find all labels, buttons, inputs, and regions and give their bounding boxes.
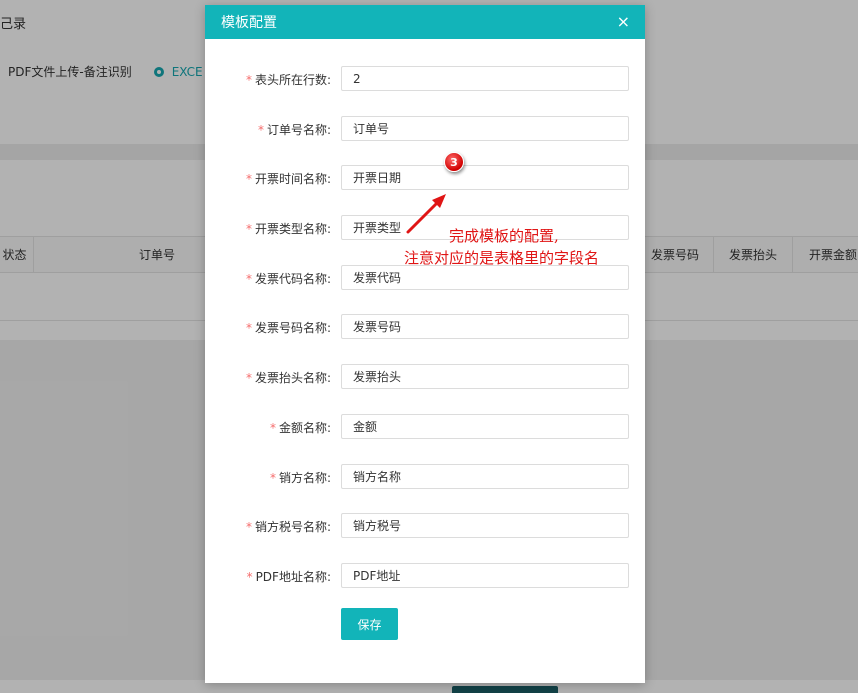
- pdf-url-field-input[interactable]: [341, 562, 629, 588]
- template-config-form: *表头所在行数: *订单号名称: *开票时间名称: *开票类型名称: *发票代码…: [205, 66, 645, 613]
- field-label: * 发票号码名称:: [245, 321, 331, 336]
- form-row-invoice-title: * 发票抬头名称:: [205, 364, 645, 414]
- required-mark: *: [245, 271, 252, 286]
- amount-field-input[interactable]: [341, 413, 629, 439]
- required-mark: *: [269, 420, 276, 435]
- form-row-amount: * 金额名称:: [205, 413, 645, 464]
- header-row-count-input[interactable]: [341, 66, 629, 91]
- form-row-seller-name: * 销方名称:: [205, 463, 645, 514]
- required-mark: *: [246, 569, 253, 584]
- seller-tax-id-field-input[interactable]: [341, 513, 629, 539]
- required-mark: *: [257, 122, 264, 137]
- form-row-invoice-number: * 发票号码名称:: [205, 314, 645, 364]
- field-label: * 发票代码名称:: [245, 271, 331, 286]
- field-label: * 销方名称:: [269, 470, 331, 485]
- field-label: * 订单号名称:: [257, 122, 331, 137]
- modal-header: 模板配置 ×: [205, 5, 645, 39]
- annotation-note: 完成模板的配置, 注意对应的是表格里的字段名: [404, 225, 599, 269]
- required-mark: *: [269, 470, 276, 485]
- form-row-order-no: * 订单号名称:: [205, 115, 645, 166]
- form-row-invoice-code: * 发票代码名称:: [205, 264, 645, 315]
- form-row-header-row-count: * 表头所在行数:: [205, 66, 645, 116]
- field-label: * 发票抬头名称:: [245, 371, 331, 386]
- template-config-modal: 模板配置 × *表头所在行数: *订单号名称: *开票时间名称: *开票类型名称…: [205, 5, 645, 683]
- field-label: * 金额名称:: [269, 420, 331, 435]
- required-mark: *: [245, 73, 252, 87]
- order-no-field-input[interactable]: [341, 115, 629, 141]
- required-mark: *: [245, 172, 252, 187]
- required-mark: *: [245, 222, 252, 237]
- required-mark: *: [245, 520, 252, 535]
- field-label: * PDF地址名称:: [246, 569, 331, 584]
- invoice-title-field-input[interactable]: [341, 364, 629, 390]
- required-mark: *: [245, 321, 252, 336]
- field-label: * 开票类型名称:: [245, 222, 331, 237]
- invoice-date-field-input[interactable]: [341, 165, 629, 191]
- required-mark: *: [245, 371, 252, 386]
- modal-title: 模板配置: [221, 15, 277, 31]
- form-row-pdf-url: * PDF地址名称:: [205, 562, 645, 613]
- step-number-badge: 3: [444, 152, 464, 172]
- close-icon[interactable]: ×: [617, 14, 630, 30]
- field-label: * 销方税号名称:: [245, 520, 331, 535]
- annotation-line-1: 完成模板的配置,: [449, 227, 559, 245]
- seller-name-field-input[interactable]: [341, 463, 629, 489]
- invoice-number-field-input[interactable]: [341, 314, 629, 340]
- field-label: * 表头所在行数:: [245, 73, 331, 87]
- form-row-seller-tax-id: * 销方税号名称:: [205, 513, 645, 563]
- field-label: * 开票时间名称:: [245, 172, 331, 187]
- save-button[interactable]: 保存: [341, 608, 398, 640]
- annotation-line-2: 注意对应的是表格里的字段名: [404, 249, 600, 267]
